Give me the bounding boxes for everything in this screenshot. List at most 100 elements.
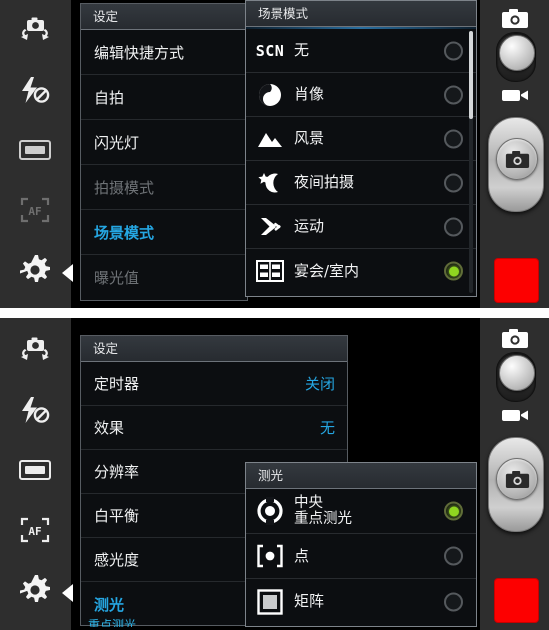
metering-option-list: 中央 重点测光点矩阵 — [246, 489, 476, 624]
left-control-rail: AF — [0, 0, 73, 308]
settings-row[interactable]: 闪光灯 — [81, 120, 247, 165]
scene-mode-option-list: SCN 无肖像风景夜间拍摄运动宴会/室内 — [246, 29, 476, 293]
option-row[interactable]: 运动 — [246, 205, 476, 249]
settings-row-label: 拍摄模式 — [94, 178, 155, 197]
settings-panel-title: 设定 — [81, 336, 347, 362]
camera-icon[interactable] — [480, 8, 549, 29]
option-row[interactable]: 宴会/室内 — [246, 249, 476, 293]
autofocus-icon[interactable]: AF — [13, 188, 57, 232]
settings-pointer-arrow — [62, 584, 73, 602]
photo-video-toggle[interactable] — [496, 32, 536, 82]
landscape-icon — [246, 129, 294, 149]
settings-row-label: 白平衡 — [94, 507, 140, 525]
screenshot-separator — [0, 308, 549, 318]
option-label: 宴会/室内 — [294, 261, 360, 280]
right-control-strip — [480, 318, 549, 630]
scene-mode-panel-title: 场景模式 — [246, 1, 476, 27]
scene-mode-panel: 场景模式 SCN 无肖像风景夜间拍摄运动宴会/室内 — [245, 0, 477, 297]
settings-pointer-arrow — [62, 264, 73, 282]
scrollbar-thumb[interactable] — [469, 31, 473, 119]
settings-row-label: 分辨率 — [94, 463, 140, 481]
settings-row[interactable]: 编辑快捷方式 — [81, 30, 247, 75]
camera-icon — [505, 150, 529, 168]
video-camera-icon[interactable] — [480, 407, 549, 423]
settings-row[interactable]: 效果 无 — [81, 406, 347, 450]
matrix-metering-icon — [246, 588, 294, 615]
option-row[interactable]: 肖像 — [246, 73, 476, 117]
spot-metering-icon — [246, 544, 294, 568]
radio-unselected[interactable] — [444, 41, 463, 60]
radio-unselected[interactable] — [444, 85, 463, 104]
screen-frame-icon[interactable] — [13, 128, 57, 172]
settings-row-value: 关闭 — [304, 375, 335, 393]
settings-row[interactable]: 自拍 — [81, 75, 247, 120]
radio-unselected[interactable] — [444, 129, 463, 148]
photo-video-toggle[interactable] — [496, 352, 536, 402]
camera-icon — [505, 470, 529, 488]
settings-row-label: 定时器 — [94, 375, 140, 393]
screen-frame-icon[interactable] — [13, 448, 57, 492]
screenshot-metering: AF 设定 定时器 关闭 效果无分辨率 白平衡 感光度 测光 测光 中央 重点测光点矩阵 重… — [0, 318, 549, 630]
toggle-knob[interactable] — [499, 35, 535, 71]
settings-gear-icon[interactable] — [13, 248, 57, 292]
camera-icon[interactable] — [480, 328, 549, 349]
settings-row[interactable]: 定时器 关闭 — [81, 362, 347, 406]
gallery-thumbnail-button[interactable] — [494, 258, 539, 303]
option-row[interactable]: 点 — [246, 534, 476, 579]
option-label: 点 — [294, 546, 310, 565]
settings-row-label: 场景模式 — [94, 223, 155, 242]
party-indoor-icon — [246, 260, 294, 282]
right-control-strip — [480, 0, 549, 308]
settings-row-label: 曝光值 — [94, 269, 140, 287]
option-row[interactable]: 风景 — [246, 117, 476, 161]
center-weighted-icon — [246, 497, 294, 525]
flash-off-icon[interactable] — [13, 68, 57, 112]
night-icon — [246, 171, 294, 195]
option-row[interactable]: 中央 重点测光 — [246, 489, 476, 534]
portrait-icon — [246, 82, 294, 108]
camera-switch-icon[interactable] — [13, 8, 57, 52]
settings-row-label: 闪光灯 — [94, 133, 140, 152]
shutter-inner[interactable] — [496, 138, 538, 180]
shutter-button[interactable] — [488, 437, 544, 532]
toggle-knob[interactable] — [499, 355, 535, 391]
option-label: 风景 — [294, 129, 325, 148]
settings-row[interactable]: 场景模式 — [81, 210, 247, 255]
option-row[interactable]: SCN 无 — [246, 29, 476, 73]
radio-unselected[interactable] — [444, 546, 463, 566]
radio-selected[interactable] — [444, 501, 463, 521]
shutter-inner[interactable] — [496, 458, 538, 500]
camera-switch-icon[interactable] — [13, 328, 57, 372]
settings-row-label: 自拍 — [94, 88, 125, 107]
option-label: 夜间拍摄 — [294, 173, 355, 192]
settings-panel-title: 设定 — [81, 4, 247, 30]
sports-icon — [246, 215, 294, 239]
gallery-thumbnail-button[interactable] — [494, 578, 539, 623]
settings-gear-icon[interactable] — [13, 568, 57, 612]
radio-unselected[interactable] — [444, 217, 463, 236]
settings-row-label: 效果 — [94, 419, 125, 437]
settings-panel: 设定 编辑快捷方式 自拍闪光灯拍摄模式场景模式曝光值 — [80, 3, 248, 301]
screenshot-scene-mode: AF 设定 编辑快捷方式 自拍 闪光灯 拍摄模式 场景模式 曝光值 场景模式 SCN 无肖像… — [0, 0, 549, 308]
video-camera-icon[interactable] — [480, 87, 549, 103]
radio-unselected[interactable] — [444, 173, 463, 192]
option-label: 中央 重点测光 — [294, 494, 352, 527]
settings-row-label: 测光 — [94, 595, 125, 614]
settings-row-value: 无 — [319, 419, 335, 437]
metering-panel: 测光 中央 重点测光点矩阵 — [245, 462, 477, 627]
option-row[interactable]: 矩阵 — [246, 579, 476, 624]
svg-text:AF: AF — [28, 525, 41, 538]
radio-selected[interactable] — [444, 261, 463, 281]
option-row[interactable]: 夜间拍摄 — [246, 161, 476, 205]
shutter-button[interactable] — [488, 117, 544, 212]
settings-row: 曝光值 — [81, 255, 247, 300]
metering-panel-title: 测光 — [246, 463, 476, 489]
flash-off-icon[interactable] — [13, 388, 57, 432]
option-label: 运动 — [294, 217, 325, 236]
settings-row-label: 编辑快捷方式 — [94, 43, 185, 62]
radio-unselected[interactable] — [444, 592, 463, 611]
settings-row-label: 感光度 — [94, 551, 140, 569]
autofocus-icon[interactable]: AF — [13, 508, 57, 552]
scene-mode-scrollbar[interactable] — [469, 31, 473, 293]
svg-text:AF: AF — [28, 205, 41, 218]
